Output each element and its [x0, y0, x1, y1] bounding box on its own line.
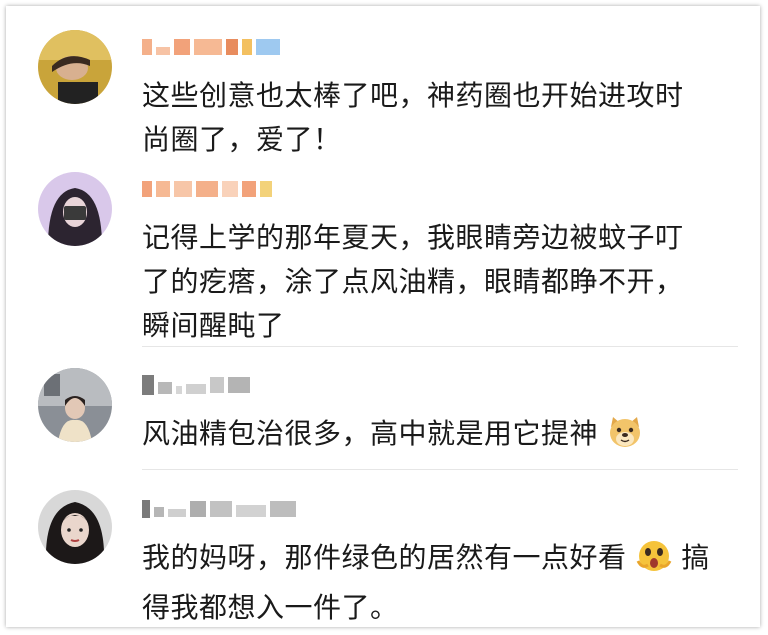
doge-icon — [607, 415, 643, 462]
comment-list: 这些创意也太棒了吧，神药圈也开始进攻时 尚圈了，爱了！ 记得上学的那年夏天，我眼… — [6, 6, 760, 627]
comment-line: 得我都想入一件了。 — [142, 591, 399, 624]
username-pixelated — [142, 372, 250, 398]
comment-line: 了的疙瘩，涂了点风油精，眼睛都睁不开， — [142, 265, 684, 298]
comment-text: 这些创意也太棒了吧，神药圈也开始进攻时 尚圈了，爱了！ — [142, 74, 730, 162]
surprised-face-icon — [636, 539, 672, 586]
avatar[interactable] — [38, 30, 112, 104]
comment-line: 我的妈呀，那件绿色的居然有一点好看 搞 — [142, 536, 730, 586]
comment-line: 风油精包治很多，高中就是用它提神 — [142, 412, 730, 462]
comment-line-text: 我的妈呀，那件绿色的居然有一点好看 — [142, 541, 627, 574]
comment-text: 我的妈呀，那件绿色的居然有一点好看 搞 得我都想入一件了。 — [142, 536, 730, 630]
comment-text: 风油精包治很多，高中就是用它提神 — [142, 412, 730, 462]
avatar[interactable] — [38, 490, 112, 564]
username-pixelated — [142, 34, 280, 60]
comment-line: 记得上学的那年夏天，我眼睛旁边被蚊子叮 — [142, 221, 684, 254]
avatar[interactable] — [38, 172, 112, 246]
divider — [142, 346, 738, 347]
comment-line: 这些创意也太棒了吧，神药圈也开始进攻时 — [142, 79, 684, 112]
username-pixelated — [142, 176, 272, 202]
avatar[interactable] — [38, 368, 112, 442]
comment-line-text: 风油精包治很多，高中就是用它提神 — [142, 417, 599, 450]
comment-line: 尚圈了，爱了！ — [142, 123, 342, 156]
comment-line-suffix: 搞 — [681, 541, 710, 574]
username-pixelated — [142, 496, 296, 522]
comment-line: 瞬间醒盹了 — [142, 309, 285, 342]
divider — [142, 469, 738, 470]
comment-text: 记得上学的那年夏天，我眼睛旁边被蚊子叮 了的疙瘩，涂了点风油精，眼睛都睁不开， … — [142, 216, 730, 348]
